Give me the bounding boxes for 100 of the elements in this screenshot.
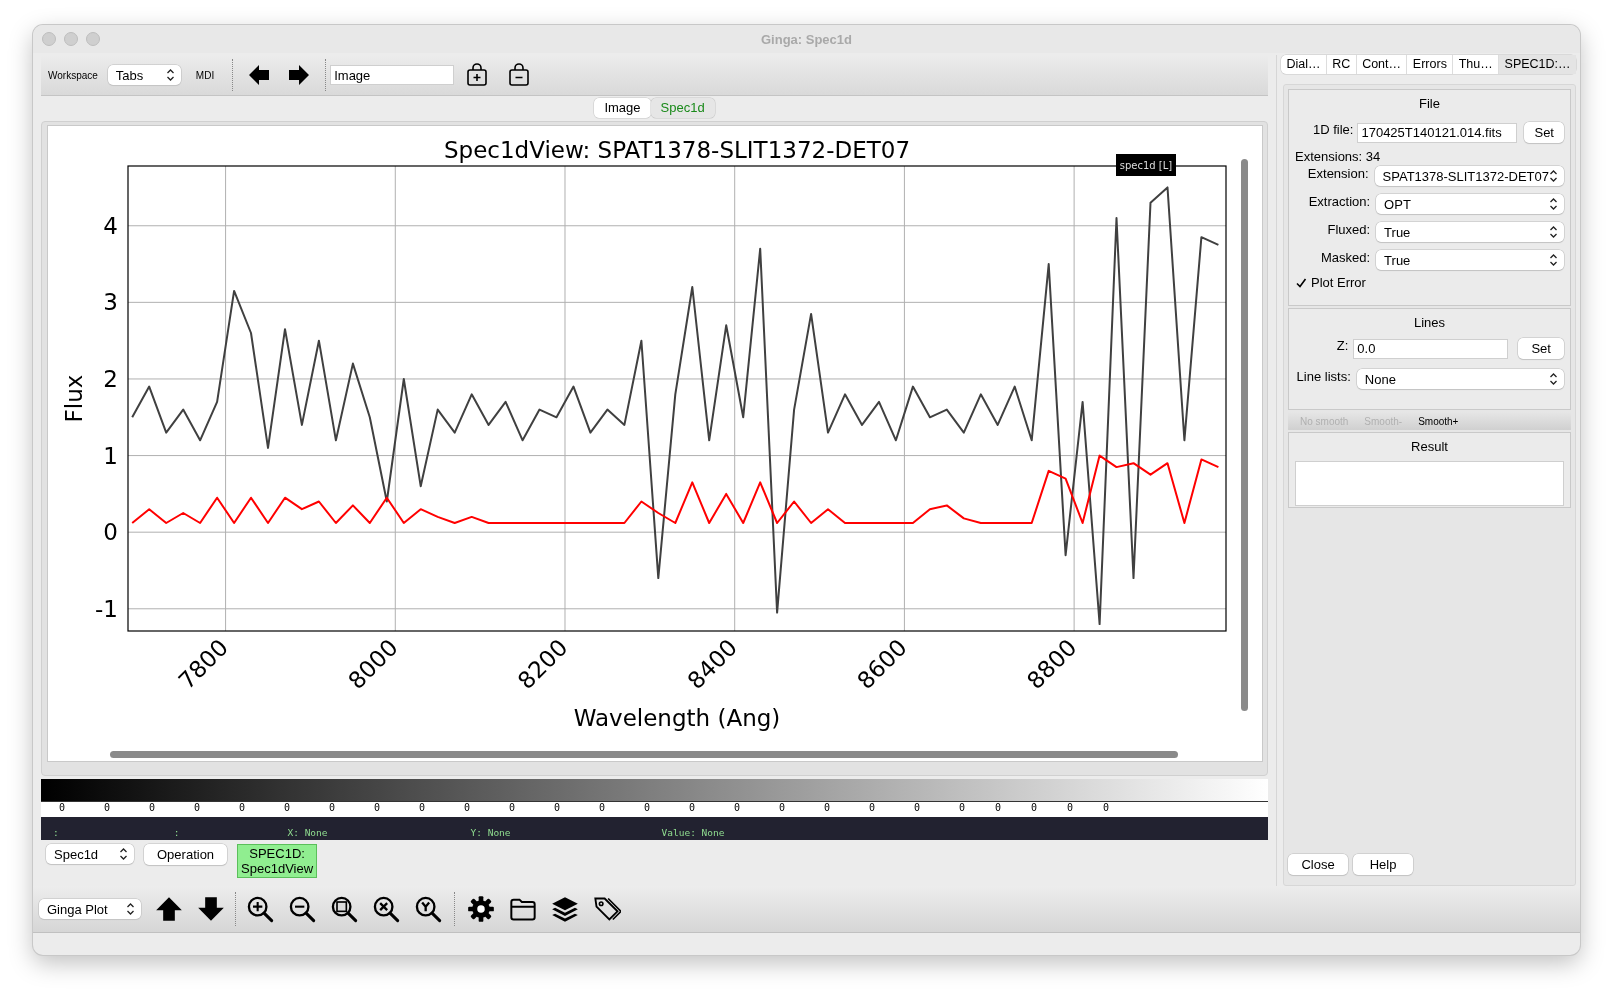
smooth-button[interactable]: Smooth+ [1410,415,1467,427]
zoom-out-icon[interactable] [288,895,316,923]
tag-icon[interactable] [593,895,621,923]
down-arrow-icon[interactable] [197,895,225,923]
tick-label: 4 [103,212,118,239]
colorbar-tick-label: 0 [149,802,157,815]
colorbar-tick-label: 0 [734,802,742,815]
colorbar-tick-label: 0 [329,802,337,815]
workspace-label: Workspace [48,69,98,81]
colorbar-tick-label: 0 [869,802,877,815]
chevron-icon [1549,372,1558,386]
field-label: 1D file: [1312,122,1354,137]
colorbar-tick-label: 0 [995,802,1003,815]
colorbar-tick-label: 0 [824,802,832,815]
redshift-field[interactable]: 0.0 [1353,338,1509,359]
settings-icon[interactable] [467,895,495,923]
bag-plus-icon[interactable] [465,63,490,87]
colorbar-tick-label: 0 [509,802,517,815]
group-title: Lines [1413,315,1446,330]
tick-label: 2 [103,365,118,392]
colorbar-tick-label: 0 [194,802,202,815]
colorbar-tick-label: 0 [959,802,967,815]
colorbar-tick-label: 0 [284,802,292,815]
chevron-icon [126,902,135,916]
zoom-in-icon[interactable] [246,895,274,923]
dropdown-select[interactable]: OPT [1376,194,1564,214]
tick-label: 3 [103,289,118,316]
zoom-y-icon[interactable] [414,895,442,923]
axis-label: Wavelength (Ang) [573,705,781,731]
channel-tab[interactable]: Spec1d [650,98,715,118]
field-label: Masked: [1319,250,1371,265]
colorbar-tick-label: 0 [464,802,472,815]
operation-button[interactable]: Operation [144,844,228,865]
colorbar-tick-label: 0 [599,802,607,815]
line-list-select[interactable]: None [1356,369,1564,389]
colorbar-tick-label: 0 [914,802,922,815]
zoom-x-icon[interactable] [372,895,400,923]
dropdown-select[interactable]: True [1376,250,1564,270]
up-arrow-icon[interactable] [155,895,183,923]
colorbar-tick-label: 0 [419,802,427,815]
colorbar-tick-label: 0 [1103,802,1111,815]
field-label: Extraction: [1307,194,1371,209]
group-title: Result [1411,439,1448,454]
tick-label: -1 [95,595,118,622]
window-title: Ginga: Spec1d [761,31,852,47]
checkbox[interactable] [1295,276,1307,289]
set-button[interactable]: Set [1524,122,1564,143]
chevron-icon [1549,197,1558,211]
file-path-field[interactable]: 170425T140121.014.fits [1357,122,1518,143]
scrollbar-thumb[interactable] [110,751,1178,758]
panel-tab[interactable]: Errors [1407,55,1454,74]
chart-title: Spec1dView: SPAT1378-SLIT1372-DET07 [443,137,911,163]
colorbar-tick-label: 0 [1031,802,1039,815]
channel-tab[interactable]: Image [594,98,651,118]
plot-type-select[interactable]: Ginga Plot [39,899,141,919]
right-arrow-icon[interactable] [287,63,312,87]
dialog-button[interactable]: Close [1288,854,1348,875]
workspace-select[interactable]: Tabs [107,65,181,85]
colorbar-tick-label: 0 [689,802,697,815]
tick-label: 0 [103,519,118,546]
plugin-button[interactable]: SPEC1D: Spec1dView [237,844,318,878]
layers-icon[interactable] [551,895,579,923]
axis-label: Flux [61,374,87,423]
panel-tab[interactable]: RC [1326,55,1357,74]
chevron-icon [1549,225,1558,239]
field-label: Line lists: [1295,369,1351,384]
group-title: File [1419,96,1440,111]
extensions-count: Extensions: 34 [1295,149,1382,164]
colorbar-tick-label: 0 [644,802,652,815]
panel-tab[interactable]: Dial… [1281,55,1327,74]
chevron-icon [165,68,175,82]
dropdown-select[interactable]: SPAT1378-SLIT1372-DET07 [1374,166,1564,186]
field-label: Fluxed: [1326,222,1371,237]
field-label: Extension: [1306,166,1369,181]
mdi-label: MDI [195,69,215,81]
colorbar-tick-label: 0 [239,802,247,815]
field-label: Z: [1335,338,1349,353]
chevron-icon [1549,253,1558,267]
status-text: : [173,827,180,838]
canvas-label: spec1d [L] [1116,154,1176,176]
status-text: Value: None [661,827,725,838]
panel-tab[interactable]: Cont… [1356,55,1408,74]
channel-select[interactable]: Spec1d [46,844,134,864]
left-arrow-icon[interactable] [247,63,272,87]
set-button[interactable]: Set [1518,338,1564,359]
bag-minus-icon[interactable] [507,63,532,87]
colorbar-tick-label: 0 [374,802,382,815]
colorbar-tick-label: 0 [1067,802,1075,815]
tick-label: 1 [103,442,118,469]
checkbox-label: Plot Error [1311,275,1366,290]
dropdown-select[interactable]: True [1376,222,1564,242]
channel-name-field[interactable]: Image [330,65,455,85]
status-text: Y: None [470,827,511,838]
panel-tab[interactable]: SPEC1D:… [1499,55,1576,74]
zoom-fit-icon[interactable] [330,895,358,923]
status-text: X: None [287,827,328,838]
scrollbar-thumb[interactable] [1241,159,1248,711]
colorbar-tick-label: 0 [104,802,112,815]
dialog-button[interactable]: Help [1353,854,1413,875]
colorbar-tick-label: 0 [554,802,562,815]
